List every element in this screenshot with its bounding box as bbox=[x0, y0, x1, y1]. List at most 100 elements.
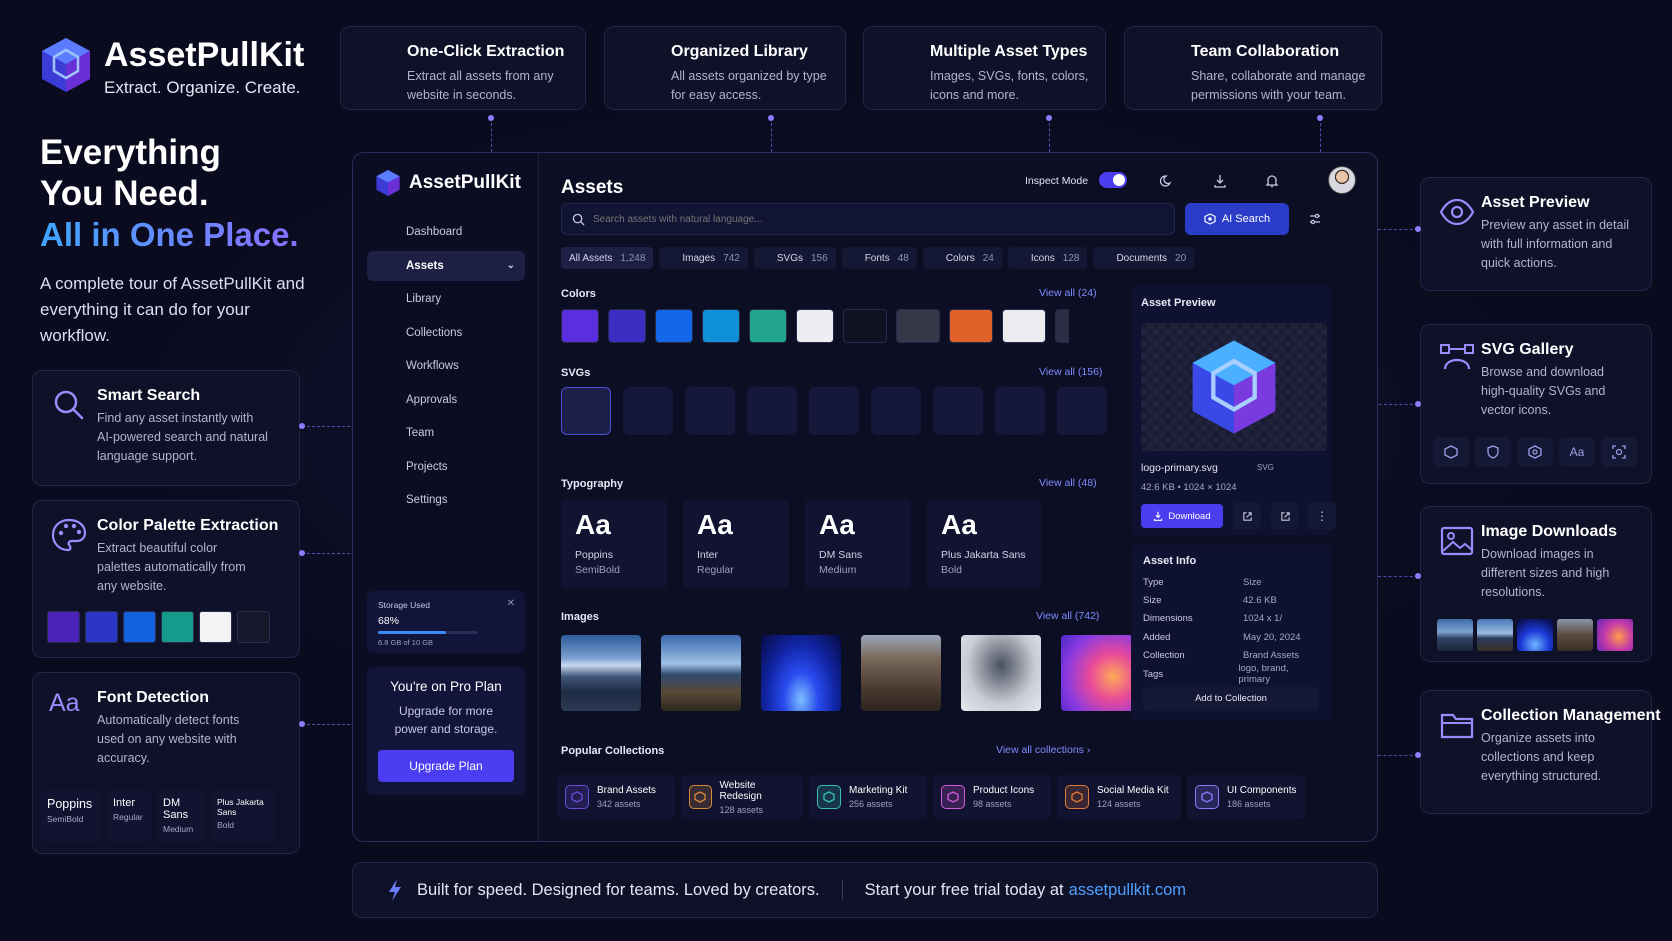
palette-swatch[interactable] bbox=[199, 611, 232, 643]
color-swatch[interactable] bbox=[702, 309, 740, 343]
color-swatch[interactable] bbox=[896, 309, 940, 343]
svgs-view-all[interactable]: View all (156) bbox=[1039, 366, 1102, 378]
search-input[interactable] bbox=[593, 213, 1153, 225]
font-sample[interactable]: Inter Regular bbox=[107, 789, 151, 842]
sidebar-item-settings[interactable]: Settings bbox=[367, 485, 525, 515]
image-thumb[interactable] bbox=[1517, 619, 1553, 651]
chip-svgs[interactable]: SVGs 156 bbox=[753, 247, 836, 269]
palette-swatch[interactable] bbox=[123, 611, 156, 643]
svg-tile[interactable] bbox=[623, 387, 673, 435]
svg-tile[interactable] bbox=[809, 387, 859, 435]
collection-item[interactable]: Website Redesign 128 assets bbox=[681, 775, 803, 819]
image-plant[interactable] bbox=[961, 635, 1041, 711]
palette-swatches bbox=[47, 611, 270, 643]
svg-tile[interactable] bbox=[995, 387, 1045, 435]
app-logo[interactable]: AssetPullKit bbox=[375, 169, 521, 197]
notifications-button[interactable] bbox=[1258, 167, 1286, 195]
color-swatch[interactable] bbox=[561, 309, 599, 343]
chip-documents[interactable]: Documents 20 bbox=[1093, 247, 1195, 269]
palette-swatch[interactable] bbox=[85, 611, 118, 643]
download-button[interactable] bbox=[1206, 167, 1234, 195]
connector bbox=[491, 118, 492, 152]
sidebar-item-assets[interactable]: Assets ⌄ bbox=[367, 250, 525, 281]
sidebar-item-dashboard[interactable]: Dashboard bbox=[367, 217, 525, 247]
font-icon[interactable]: Aa bbox=[1559, 437, 1595, 467]
palette-swatch[interactable] bbox=[161, 611, 194, 643]
dark-mode-button[interactable] bbox=[1153, 167, 1181, 195]
color-swatch[interactable] bbox=[1002, 309, 1046, 343]
images-view-all[interactable]: View all (742) bbox=[1036, 610, 1099, 622]
image-thumb[interactable] bbox=[1597, 619, 1633, 651]
scan-icon[interactable] bbox=[1601, 437, 1637, 467]
color-swatch[interactable] bbox=[655, 309, 693, 343]
colors-view-all[interactable]: View all (24) bbox=[1039, 287, 1097, 299]
add-to-collection-button[interactable]: Add to Collection bbox=[1143, 687, 1319, 712]
shield-icon[interactable] bbox=[1475, 437, 1511, 467]
collections-view-all[interactable]: View all collections › bbox=[996, 744, 1090, 756]
typography-card[interactable]: Aa DM Sans Medium bbox=[805, 499, 911, 589]
chip-fonts[interactable]: Fonts 48 bbox=[841, 247, 917, 269]
sidebar-item-collections[interactable]: Collections bbox=[367, 318, 525, 348]
sidebar-item-library[interactable]: Library bbox=[367, 284, 525, 314]
preview-download-button[interactable]: Download bbox=[1141, 504, 1223, 528]
typography-view-all[interactable]: View all (48) bbox=[1039, 477, 1097, 489]
inspect-mode-toggle[interactable] bbox=[1099, 172, 1127, 188]
image-gradient[interactable] bbox=[1061, 635, 1141, 711]
svg-tile[interactable] bbox=[747, 387, 797, 435]
svg-tile[interactable] bbox=[933, 387, 983, 435]
color-swatch[interactable] bbox=[1055, 309, 1069, 343]
typography-card[interactable]: Aa Poppins SemiBold bbox=[561, 499, 667, 589]
copy-button[interactable] bbox=[1233, 502, 1261, 530]
image-mountain-lake[interactable] bbox=[561, 635, 641, 711]
color-swatch[interactable] bbox=[843, 309, 887, 343]
image-blue-abstract[interactable] bbox=[761, 635, 841, 711]
collection-item[interactable]: Brand Assets 342 assets bbox=[557, 775, 675, 819]
chip-images[interactable]: Images 742 bbox=[659, 247, 748, 269]
collection-item[interactable]: UI Components 186 assets bbox=[1187, 775, 1305, 819]
upgrade-plan-button[interactable]: Upgrade Plan bbox=[378, 750, 514, 782]
collection-item[interactable]: Marketing Kit 256 assets bbox=[809, 775, 927, 819]
palette-swatch[interactable] bbox=[237, 611, 270, 643]
storage-close-icon[interactable]: ✕ bbox=[507, 598, 515, 609]
open-button[interactable] bbox=[1271, 502, 1299, 530]
footer-cta: Start your free trial today at bbox=[864, 880, 1064, 899]
font-sample[interactable]: DM Sans Medium bbox=[157, 789, 205, 842]
ai-search-button[interactable]: AI Search bbox=[1185, 203, 1289, 235]
gear-icon bbox=[947, 400, 969, 422]
image-thumb[interactable] bbox=[1437, 619, 1473, 651]
svg-tile[interactable] bbox=[561, 387, 611, 435]
more-button[interactable]: ⋮ bbox=[1308, 502, 1336, 530]
sidebar-item-projects[interactable]: Projects bbox=[367, 452, 525, 482]
sidebar-item-workflows[interactable]: Workflows bbox=[367, 351, 525, 381]
collection-item[interactable]: Social Media Kit 124 assets bbox=[1057, 775, 1181, 819]
hexagon-icon[interactable] bbox=[1433, 437, 1469, 467]
cube-icon[interactable] bbox=[1517, 437, 1553, 467]
search-bar[interactable] bbox=[561, 203, 1175, 235]
sidebar-item-approvals[interactable]: Approvals bbox=[367, 385, 525, 415]
color-swatch[interactable] bbox=[949, 309, 993, 343]
font-sample[interactable]: Poppins SemiBold bbox=[41, 789, 101, 842]
color-swatch[interactable] bbox=[749, 309, 787, 343]
color-swatch[interactable] bbox=[796, 309, 834, 343]
footer-link[interactable]: assetpullkit.com bbox=[1069, 881, 1186, 900]
svg-tile[interactable] bbox=[871, 387, 921, 435]
chip-icons[interactable]: Icons 128 bbox=[1007, 247, 1088, 269]
typography-card[interactable]: Aa Plus Jakarta Sans Bold bbox=[927, 499, 1041, 589]
filter-settings-button[interactable] bbox=[1301, 205, 1329, 233]
avatar[interactable] bbox=[1328, 166, 1356, 194]
image-building[interactable] bbox=[861, 635, 941, 711]
color-swatch[interactable] bbox=[608, 309, 646, 343]
collection-item[interactable]: Product Icons 98 assets bbox=[933, 775, 1051, 819]
image-thumb[interactable] bbox=[1557, 619, 1593, 651]
typography-card[interactable]: Aa Inter Regular bbox=[683, 499, 789, 589]
svg-tile[interactable] bbox=[685, 387, 735, 435]
font-sample[interactable]: Plus Jakarta Sans Bold bbox=[211, 789, 275, 842]
svg-tile[interactable] bbox=[1057, 387, 1107, 435]
image-thumb[interactable] bbox=[1477, 619, 1513, 651]
chip-all-assets[interactable]: All Assets 1,248 bbox=[561, 247, 654, 269]
image-grid bbox=[561, 635, 1141, 711]
chip-colors[interactable]: Colors 24 bbox=[922, 247, 1002, 269]
image-mountain-pier[interactable] bbox=[661, 635, 741, 711]
palette-swatch[interactable] bbox=[47, 611, 80, 643]
sidebar-item-team[interactable]: Team bbox=[367, 418, 525, 448]
